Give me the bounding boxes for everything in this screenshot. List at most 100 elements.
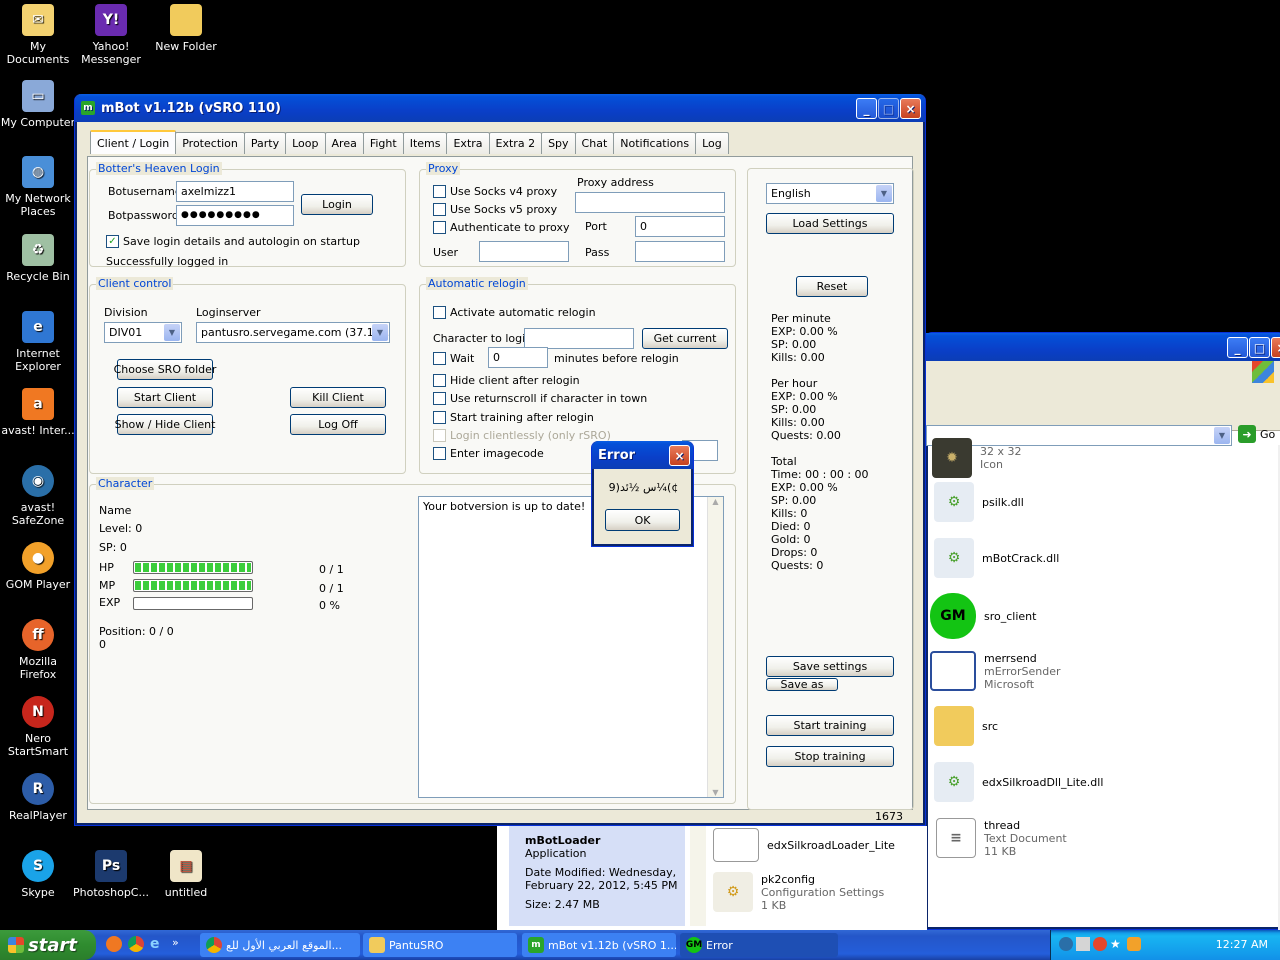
desktop-icon-nero-startsmart[interactable]: N Nero StartSmart — [0, 696, 76, 758]
reset-button[interactable]: Reset — [796, 276, 868, 297]
chevron-down-icon[interactable]: ▼ — [876, 185, 892, 202]
choose-sro-folder-button[interactable]: Choose SRO folder — [114, 359, 216, 380]
file-item-edxsilkroaddll-lite[interactable]: ⚙ edxSilkroadDll_Lite.dll — [934, 762, 1103, 802]
mbot-title-bar[interactable]: m mBot v1.12b (vSRO 110) _ □ × — [75, 94, 925, 122]
desktop-icon-internet-explorer[interactable]: e Internet Explorer — [0, 311, 76, 373]
hide-client-checkbox[interactable]: Hide client after relogin — [433, 374, 580, 387]
task-pantusro[interactable]: PantuSRO — [363, 933, 517, 957]
start-client-button[interactable]: Start Client — [117, 387, 213, 408]
imagecode-checkbox[interactable]: Enter imagecode — [433, 447, 544, 460]
desktop-icon-skype[interactable]: S Skype — [0, 850, 76, 899]
socks4-checkbox[interactable]: Use Socks v4 proxy — [433, 185, 557, 198]
save-as-button[interactable]: Save as — [766, 678, 838, 691]
tab-area[interactable]: Area — [324, 132, 364, 154]
botusername-input[interactable]: axelmizz1 — [176, 181, 294, 202]
stop-training-button[interactable]: Stop training — [766, 746, 894, 767]
file-item-src[interactable]: src — [934, 706, 998, 746]
close-icon[interactable]: × — [1271, 337, 1280, 358]
desktop-icon-avast[interactable]: a avast! Inter... — [0, 388, 76, 437]
desktop-icon-my-documents[interactable]: ✉ My Documents — [0, 4, 76, 66]
save-settings-button[interactable]: Save settings — [766, 656, 894, 677]
maximize-icon[interactable]: □ — [1249, 337, 1270, 358]
firefox-quicklaunch-icon[interactable] — [106, 936, 122, 952]
desktop-icon-realplayer[interactable]: R RealPlayer — [0, 773, 76, 822]
messenger-icon[interactable] — [1127, 937, 1141, 951]
desktop-icon-yahoo-messenger[interactable]: Y! Yahoo! Messenger — [73, 4, 149, 66]
close-icon[interactable]: × — [900, 98, 921, 119]
tab-items[interactable]: Items — [402, 132, 448, 154]
login-button[interactable]: Login — [301, 194, 373, 215]
file-item-icon-file[interactable]: ✹ 32 x 32 Icon — [932, 438, 1022, 478]
desktop-icon-photoshop[interactable]: Ps PhotoshopC... — [73, 850, 149, 899]
start-training-relogin-checkbox[interactable]: Start training after relogin — [433, 411, 594, 424]
port-input[interactable]: 0 — [635, 216, 725, 237]
antivirus-icon[interactable] — [1093, 937, 1107, 951]
file-item-sro-client[interactable]: GM sro_client — [930, 593, 1036, 639]
start-training-button[interactable]: Start training — [766, 715, 894, 736]
chevron-right-icon[interactable]: » — [172, 936, 179, 952]
ie-quicklaunch-icon[interactable]: e — [150, 936, 166, 952]
show-hide-client-button[interactable]: Show / Hide Client — [115, 414, 215, 435]
desktop-icon-untitled[interactable]: ▤ untitled — [148, 850, 224, 899]
tab-protection[interactable]: Protection — [175, 132, 245, 154]
tab-extra-2[interactable]: Extra 2 — [488, 132, 543, 154]
language-select[interactable]: English ▼ — [766, 183, 894, 204]
details-scrollbar[interactable] — [690, 826, 706, 926]
network-icon[interactable] — [1076, 937, 1090, 951]
task-error[interactable]: GM Error — [680, 933, 838, 957]
desktop-icon-my-network-places[interactable]: ◍ My Network Places — [0, 156, 76, 218]
log-off-button[interactable]: Log Off — [290, 414, 386, 435]
botpassword-input[interactable]: ●●●●●●●●● — [176, 205, 294, 226]
desktop-icon-new-folder[interactable]: New Folder — [148, 4, 224, 53]
wait-minutes-input[interactable]: 0 — [488, 347, 548, 368]
auth-proxy-checkbox[interactable]: Authenticate to proxy — [433, 221, 569, 234]
tab-spy[interactable]: Spy — [541, 132, 576, 154]
desktop-icon-gom-player[interactable]: ● GOM Player — [0, 542, 76, 591]
task-browser[interactable]: الموقع العربي الأول للع... — [200, 933, 360, 957]
tab-chat[interactable]: Chat — [574, 132, 615, 154]
save-login-checkbox[interactable]: ✓ Save login details and autologin on st… — [106, 235, 360, 248]
file-item-edxsilkroadloader-lite[interactable]: edxSilkroadLoader_Lite — [713, 828, 895, 862]
proxy-address-input[interactable] — [575, 192, 725, 213]
file-item-thread[interactable]: ≡ thread Text Document 11 KB — [936, 818, 1067, 858]
get-current-button[interactable]: Get current — [642, 328, 728, 349]
character-to-login-input[interactable] — [524, 328, 634, 349]
socks5-checkbox[interactable]: Use Socks v5 proxy — [433, 203, 557, 216]
tab-party[interactable]: Party — [243, 132, 287, 154]
kill-client-button[interactable]: Kill Client — [290, 387, 386, 408]
go-button[interactable]: ➜ Go — [1238, 425, 1275, 443]
desktop-icon-my-computer[interactable]: ▭ My Computer — [0, 80, 76, 129]
task-mbot[interactable]: m mBot v1.12b (vSRO 1... — [522, 933, 676, 957]
ok-button[interactable]: OK — [605, 509, 680, 531]
chevron-left-icon[interactable] — [1059, 937, 1073, 951]
explorer-title-bar[interactable]: _ □ × — [926, 333, 1280, 361]
error-dialog-title-bar[interactable]: Error × — [592, 441, 693, 469]
activate-relogin-checkbox[interactable]: Activate automatic relogin — [433, 306, 596, 319]
pass-input[interactable] — [635, 241, 725, 262]
file-item-psilk-dll[interactable]: ⚙ psilk.dll — [934, 482, 1024, 522]
chrome-quicklaunch-icon[interactable] — [128, 936, 144, 952]
tab-extra[interactable]: Extra — [446, 132, 490, 154]
tab-loop[interactable]: Loop — [285, 132, 326, 154]
desktop-icon-mozilla-firefox[interactable]: ff Mozilla Firefox — [0, 619, 76, 681]
chevron-down-icon[interactable]: ▼ — [1214, 427, 1230, 444]
desktop-icon-recycle-bin[interactable]: ♻ Recycle Bin — [0, 234, 76, 283]
scroll-up-icon[interactable]: ▲ — [708, 497, 723, 506]
star-icon[interactable]: ★ — [1110, 937, 1124, 951]
user-input[interactable] — [479, 241, 569, 262]
file-item-pk2config[interactable]: ⚙ pk2config Configuration Settings 1 KB — [713, 872, 884, 912]
division-select[interactable]: DIV01 ▼ — [104, 322, 182, 343]
load-settings-button[interactable]: Load Settings — [766, 213, 894, 234]
loginserver-select[interactable]: pantusro.servegame.com (37.187.: ▼ — [196, 322, 390, 343]
desktop-icon-avast-safezone[interactable]: ◉ avast! SafeZone — [0, 465, 76, 527]
minimize-icon[interactable]: _ — [1227, 337, 1248, 358]
file-item-merrsend[interactable]: merrsend mErrorSender Microsoft — [930, 651, 1061, 691]
file-item-mbotcrack-dll[interactable]: ⚙ mBotCrack.dll — [934, 538, 1059, 578]
minimize-icon[interactable]: _ — [856, 98, 877, 119]
close-icon[interactable]: × — [669, 445, 690, 466]
wait-checkbox[interactable]: Wait — [433, 352, 474, 365]
tab-fight[interactable]: Fight — [362, 132, 404, 154]
tab-log[interactable]: Log — [695, 132, 729, 154]
log-scrollbar[interactable]: ▲ ▼ — [707, 497, 723, 797]
returnscroll-checkbox[interactable]: Use returnscroll if character in town — [433, 392, 647, 405]
